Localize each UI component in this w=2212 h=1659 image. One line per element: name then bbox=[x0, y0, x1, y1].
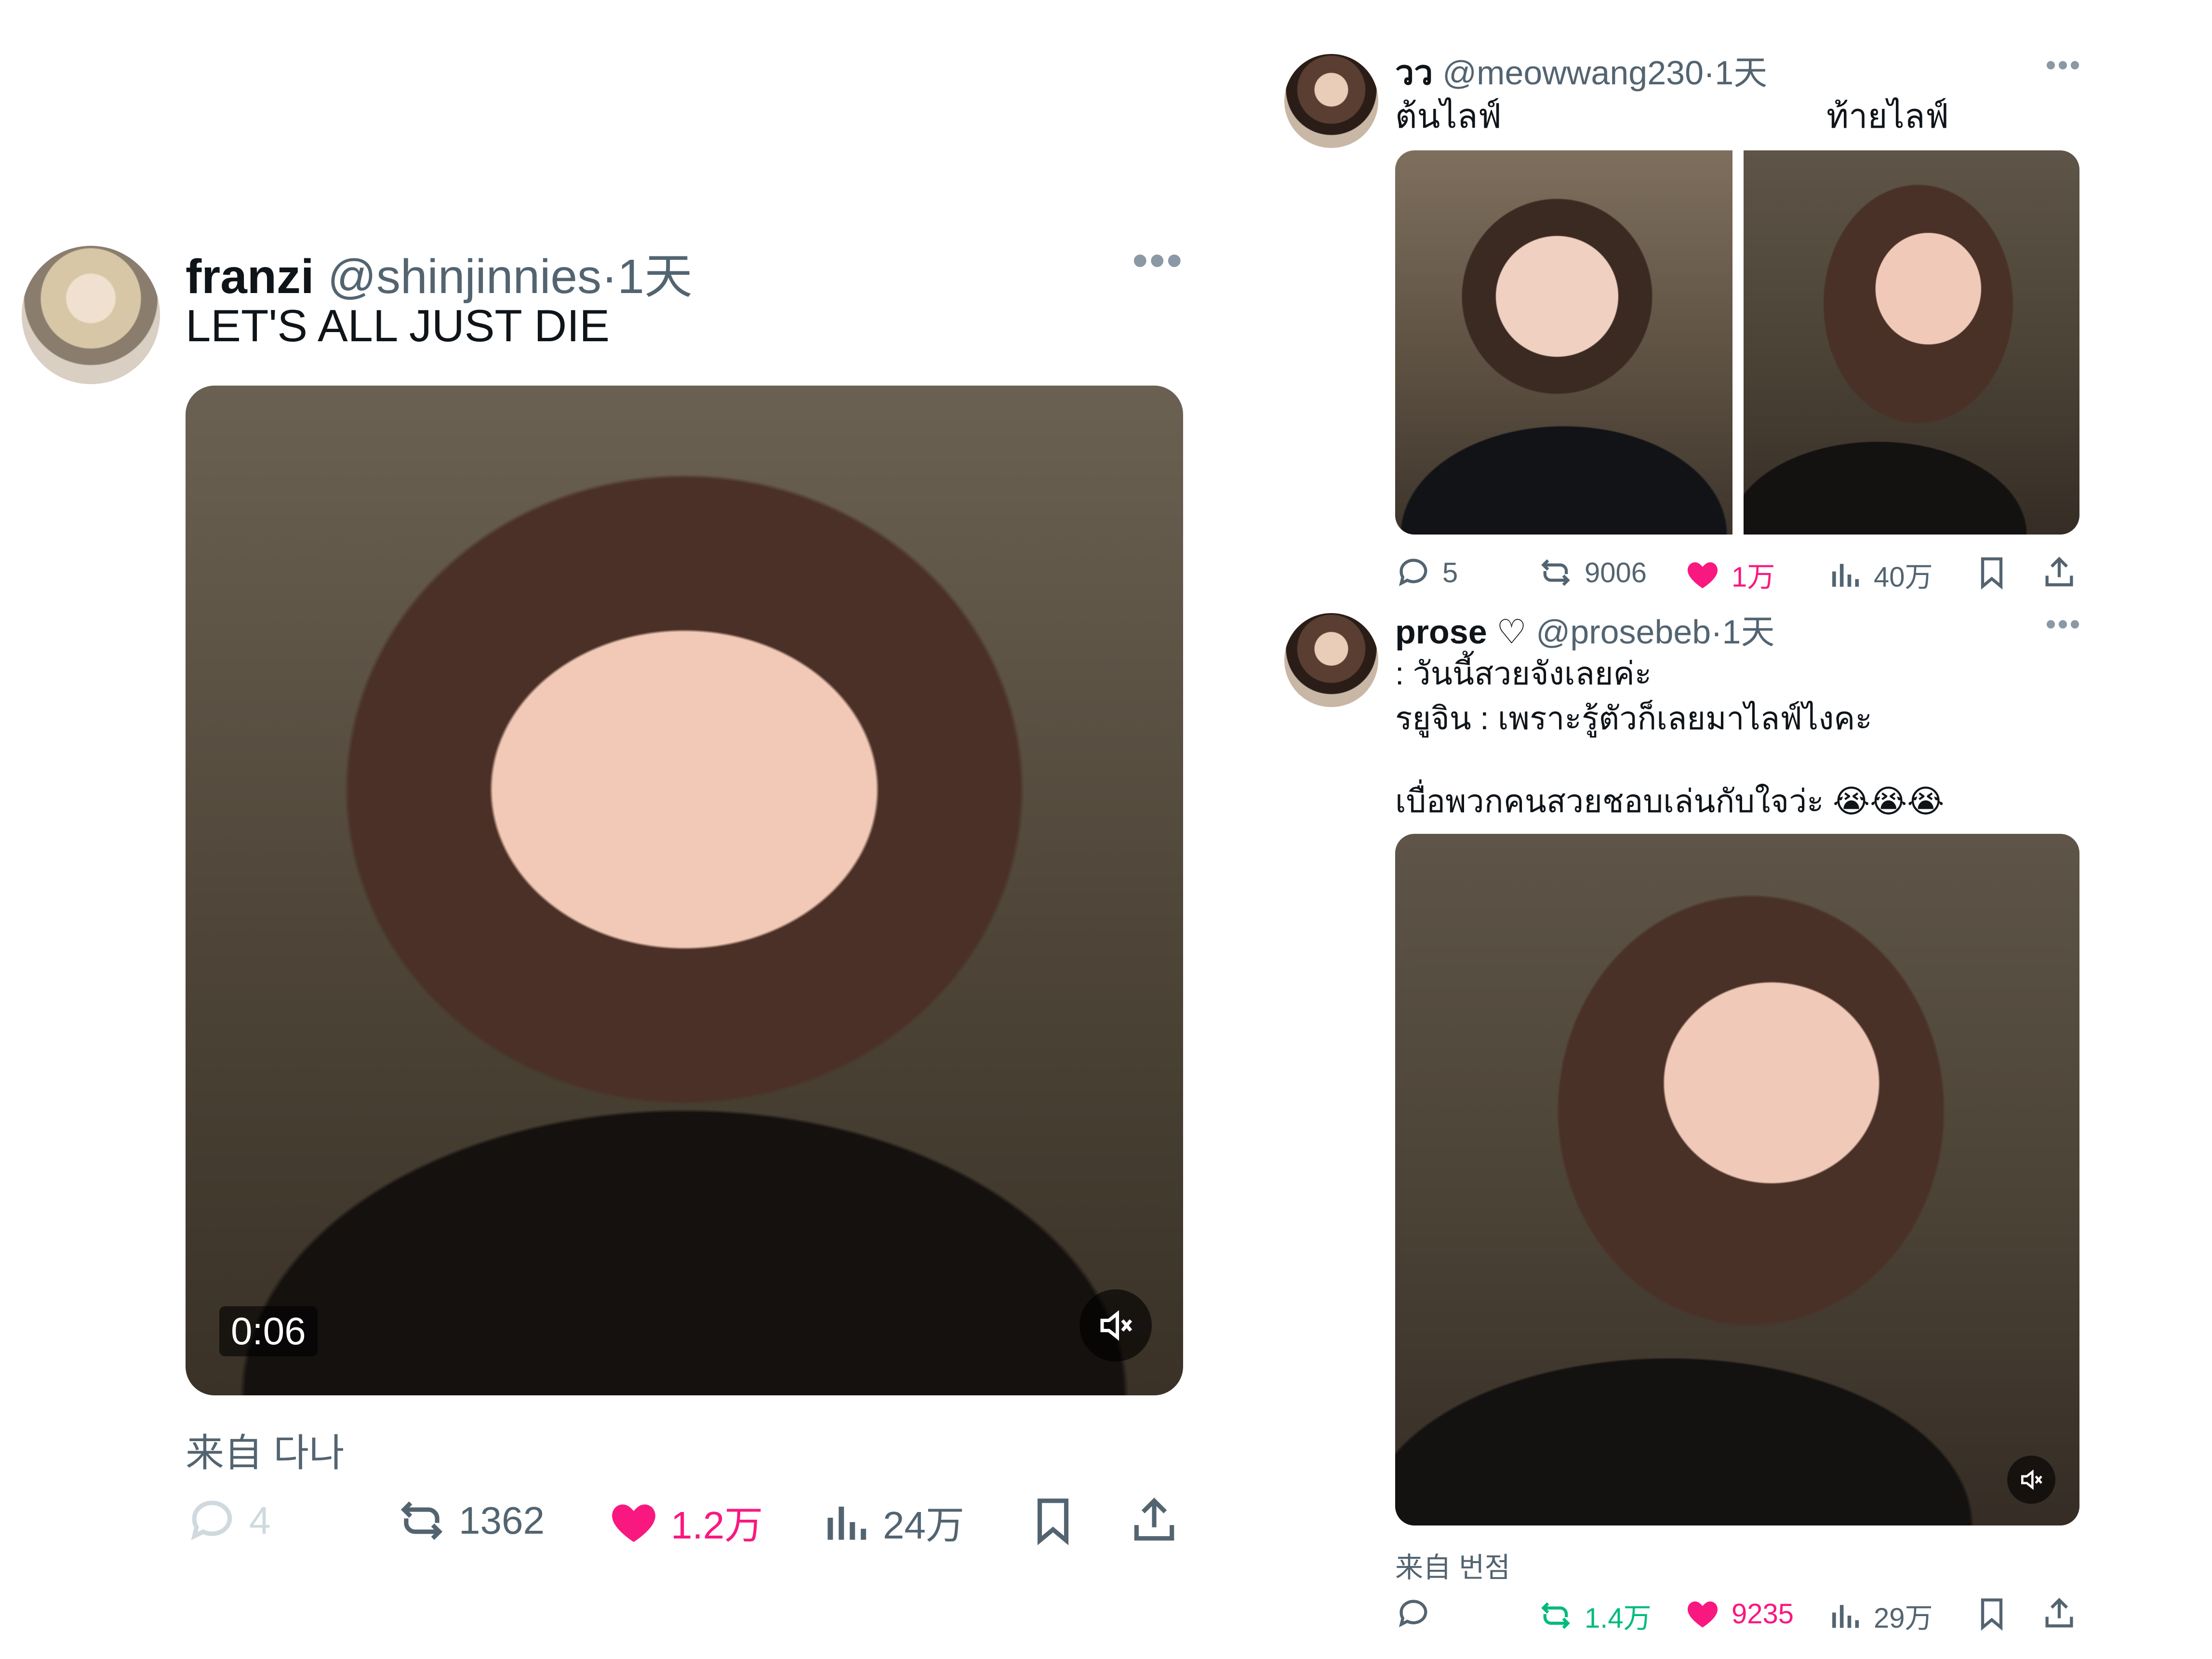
post-text-line-1: : วันนี้สวยจังเลยค่ะ bbox=[1395, 656, 1652, 691]
retweet-icon bbox=[400, 1501, 443, 1540]
bookmark-icon bbox=[1981, 557, 2003, 590]
heart-icon bbox=[612, 1504, 655, 1542]
heart-icon bbox=[1687, 562, 1718, 589]
display-name[interactable]: franzi bbox=[186, 250, 314, 304]
avatar[interactable] bbox=[1284, 54, 1378, 148]
views-count: 40万 bbox=[1874, 562, 1933, 593]
video-player[interactable] bbox=[1395, 834, 2079, 1525]
bookmark-icon bbox=[1037, 1498, 1069, 1546]
more-options-icon[interactable]: ••• bbox=[1133, 236, 1184, 286]
mute-icon[interactable] bbox=[1079, 1289, 1152, 1362]
heart-icon bbox=[1687, 1601, 1718, 1628]
like-count: 1.2万 bbox=[671, 1504, 763, 1547]
source-label: 来自 번점 bbox=[1395, 1552, 1510, 1583]
photo-1[interactable] bbox=[1395, 150, 1732, 535]
views-chart-icon bbox=[1832, 1605, 1859, 1628]
retweet-count: 1.4万 bbox=[1585, 1603, 1652, 1634]
share-button[interactable] bbox=[2041, 554, 2078, 591]
video-player[interactable]: 0:06 bbox=[186, 386, 1183, 1395]
caption-right: ท้ายไลฟ์ bbox=[1826, 97, 1949, 135]
source-label: 来自 다나 bbox=[186, 1432, 345, 1474]
share-button[interactable] bbox=[1128, 1494, 1181, 1547]
views-button[interactable]: 29万 bbox=[1826, 1595, 1933, 1636]
retweet-button[interactable]: 1362 bbox=[395, 1494, 545, 1547]
like-button[interactable]: 9235 bbox=[1684, 1595, 1794, 1632]
timestamp[interactable]: ·1天 bbox=[601, 250, 693, 304]
bookmark-button[interactable] bbox=[1026, 1494, 1079, 1547]
more-options-icon[interactable]: ••• bbox=[2046, 607, 2082, 641]
like-button[interactable]: 1.2万 bbox=[607, 1494, 763, 1550]
bookmark-icon bbox=[1981, 1598, 2003, 1631]
avatar[interactable] bbox=[22, 246, 160, 384]
reply-icon bbox=[191, 1500, 232, 1540]
post-text: LET'S ALL JUST DIE bbox=[186, 300, 610, 351]
post-header: franzi @shinjinnies·1天 bbox=[186, 237, 693, 307]
retweet-count: 9006 bbox=[1585, 557, 1647, 589]
reply-button[interactable]: 5 bbox=[1395, 554, 1458, 591]
caption-left: ต้นไลฟ์ bbox=[1395, 97, 1502, 135]
like-count: 9235 bbox=[1732, 1598, 1794, 1630]
share-icon bbox=[1134, 1498, 1174, 1541]
share-icon bbox=[2045, 1598, 2073, 1628]
views-chart-icon bbox=[827, 1506, 866, 1540]
reply-button[interactable]: 4 bbox=[186, 1494, 271, 1547]
post-text-line-3: เบื่อพวกคนสวยชอบเล่นกับใจว่ะ 😭😭😭 bbox=[1395, 783, 1945, 819]
views-count: 29万 bbox=[1874, 1603, 1933, 1634]
retweet-count: 1362 bbox=[459, 1499, 545, 1542]
share-button[interactable] bbox=[2041, 1595, 2078, 1632]
views-button[interactable]: 24万 bbox=[819, 1494, 964, 1550]
views-chart-icon bbox=[1832, 563, 1859, 587]
retweet-icon bbox=[1541, 559, 1570, 586]
bookmark-button[interactable] bbox=[1973, 554, 2010, 591]
timestamp[interactable]: ·1天 bbox=[1704, 54, 1767, 92]
more-options-icon[interactable]: ••• bbox=[2046, 48, 2082, 81]
share-icon bbox=[2045, 557, 2073, 587]
post-header: prose ♡ @prosebeb·1天 bbox=[1395, 605, 1775, 654]
timestamp[interactable]: ·1天 bbox=[1711, 613, 1774, 651]
mute-icon[interactable] bbox=[2007, 1456, 2055, 1504]
video-duration: 0:06 bbox=[219, 1306, 318, 1356]
photo-2[interactable] bbox=[1744, 150, 2079, 535]
display-name[interactable]: prose ♡ bbox=[1395, 613, 1527, 651]
retweet-icon bbox=[1541, 1602, 1570, 1629]
post-text-line-2: รยูจิน : เพราะรู้ตัวก็เลยมาไลฟ์ไงคะ bbox=[1395, 700, 1872, 736]
like-count: 1万 bbox=[1732, 562, 1775, 593]
bookmark-button[interactable] bbox=[1973, 1595, 2010, 1632]
display-name[interactable]: วว bbox=[1395, 54, 1433, 92]
handle[interactable]: @meowwang230 bbox=[1442, 54, 1704, 92]
handle[interactable]: @shinjinnies bbox=[328, 250, 601, 304]
views-count: 24万 bbox=[883, 1504, 964, 1547]
retweet-button[interactable]: 1.4万 bbox=[1537, 1595, 1652, 1636]
reply-count: 4 bbox=[249, 1499, 271, 1542]
retweet-button[interactable]: 9006 bbox=[1537, 554, 1647, 591]
reply-icon bbox=[1399, 1600, 1427, 1628]
views-button[interactable]: 40万 bbox=[1826, 554, 1933, 595]
reply-button[interactable] bbox=[1395, 1595, 1432, 1632]
avatar[interactable] bbox=[1284, 613, 1378, 707]
like-button[interactable]: 1万 bbox=[1684, 554, 1775, 595]
reply-count: 5 bbox=[1442, 557, 1458, 589]
reply-icon bbox=[1399, 559, 1427, 587]
handle[interactable]: @prosebeb bbox=[1536, 613, 1711, 651]
